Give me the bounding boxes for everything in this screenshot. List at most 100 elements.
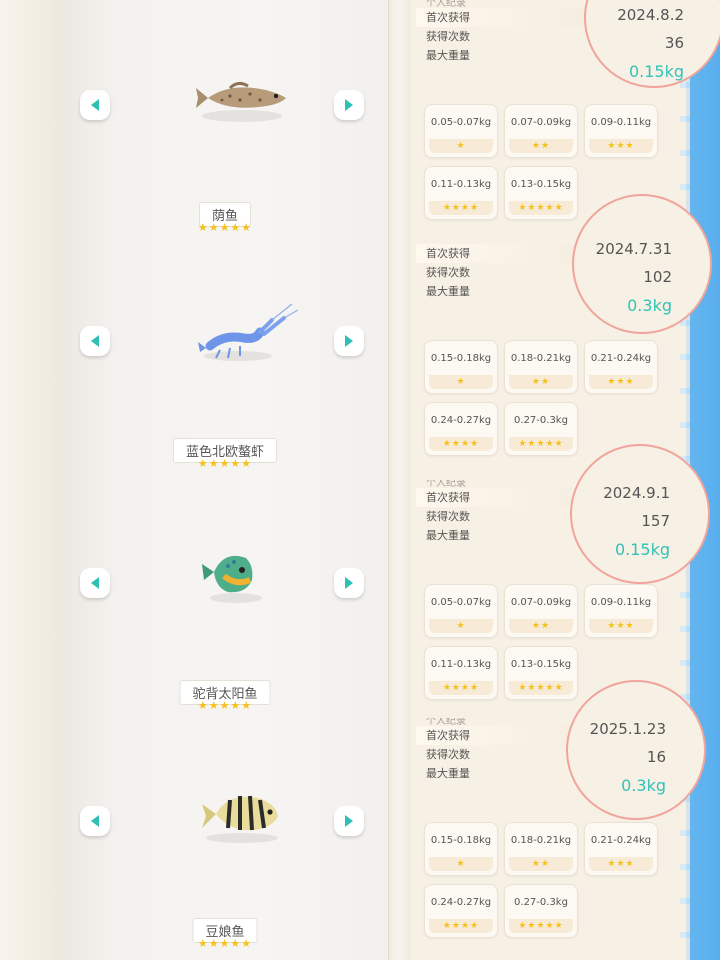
- prev-fish-button[interactable]: [80, 326, 110, 356]
- arrow-right-icon: [345, 815, 353, 827]
- next-fish-button[interactable]: [334, 326, 364, 356]
- weight-tier-stars: ★: [429, 375, 493, 389]
- weight-tier-card[interactable]: 0.07-0.09kg ★★: [504, 104, 578, 158]
- first-obtained-label: 首次获得: [416, 244, 586, 263]
- weight-tier-stars: ★★★★: [429, 437, 493, 451]
- sunfish-icon: [202, 555, 262, 603]
- arrow-right-icon: [345, 335, 353, 347]
- obtain-count-label: 获得次数: [426, 510, 470, 523]
- weight-tier-stars: ★★★★★: [509, 201, 573, 215]
- weight-tier-range: 0.13-0.15kg: [510, 659, 572, 670]
- next-fish-button[interactable]: [334, 806, 364, 836]
- weight-tier-card[interactable]: 0.11-0.13kg ★★★★: [424, 166, 498, 220]
- obtain-count-value: 16: [646, 748, 666, 766]
- next-fish-button[interactable]: [334, 568, 364, 598]
- weight-tier-range: 0.15-0.18kg: [430, 353, 492, 364]
- obtain-count-label: 获得次数: [426, 748, 470, 761]
- arrow-right-icon: [345, 577, 353, 589]
- first-obtained-date: 2024.7.31: [595, 240, 672, 258]
- fish-entry: 驼背太阳鱼 ★★★★★: [62, 476, 388, 716]
- record-stats: 个人纪录 首次获得 获得次数 最大重量: [416, 480, 586, 545]
- obtain-count-label: 获得次数: [426, 266, 470, 279]
- record-block: 个人纪录 首次获得 获得次数 最大重量 2025.1.23 16 0.3kg 0…: [410, 680, 706, 958]
- fish-rarity-stars: ★★★★★: [197, 457, 253, 470]
- weight-tier-stars: ★: [429, 857, 493, 871]
- weight-tier-card[interactable]: 0.27-0.3kg ★★★★★: [504, 402, 578, 456]
- record-header: 个人纪录: [426, 480, 466, 488]
- first-obtained-label: 首次获得: [416, 726, 586, 745]
- weight-tier-stars: ★★★★★: [509, 681, 573, 695]
- weight-tier-card[interactable]: 0.21-0.24kg ★★★: [584, 340, 658, 394]
- max-weight-value: 0.3kg: [627, 296, 672, 315]
- weight-tier-card[interactable]: 0.13-0.15kg ★★★★★: [504, 646, 578, 700]
- record-highlight-circle: 2024.9.1 157 0.15kg: [570, 444, 710, 584]
- weight-tier-range: 0.24-0.27kg: [430, 415, 492, 426]
- obtain-count-label: 获得次数: [426, 30, 470, 43]
- record-header: [416, 236, 586, 244]
- weight-tier-card[interactable]: 0.21-0.24kg ★★★: [584, 822, 658, 876]
- fish-entry: 荫鱼 ★★★★★: [62, 0, 388, 238]
- weight-tier-card[interactable]: 0.15-0.18kg ★: [424, 340, 498, 394]
- weight-tier-card[interactable]: 0.13-0.15kg ★★★★★: [504, 166, 578, 220]
- arrow-left-icon: [91, 335, 99, 347]
- record-stats: 首次获得 获得次数 最大重量: [416, 236, 586, 301]
- weight-tier-range: 0.18-0.21kg: [510, 353, 572, 364]
- weight-tier-card[interactable]: 0.05-0.07kg ★: [424, 584, 498, 638]
- obtain-count-value: 102: [643, 268, 672, 286]
- weight-tier-stars: ★★★★★: [509, 919, 573, 933]
- max-weight-value: 0.3kg: [621, 776, 666, 795]
- weight-tier-stars: ★★★: [589, 139, 653, 153]
- striped-fish-icon: [202, 795, 278, 843]
- crayfish-icon: [198, 303, 299, 361]
- weight-tier-range: 0.07-0.09kg: [510, 597, 572, 608]
- first-obtained-label: 首次获得: [416, 488, 586, 507]
- weight-tier-card[interactable]: 0.07-0.09kg ★★: [504, 584, 578, 638]
- fish-rarity-stars: ★★★★★: [197, 221, 253, 234]
- first-obtained-label: 首次获得: [416, 8, 586, 27]
- weight-tier-range: 0.27-0.3kg: [514, 415, 568, 426]
- weight-tier-range: 0.21-0.24kg: [590, 835, 652, 846]
- first-obtained-date: 2024.9.1: [603, 484, 670, 502]
- prev-fish-button[interactable]: [80, 568, 110, 598]
- weight-tier-card[interactable]: 0.09-0.11kg ★★★: [584, 584, 658, 638]
- weight-tier-range: 0.05-0.07kg: [430, 117, 492, 128]
- weight-tier-card[interactable]: 0.15-0.18kg ★: [424, 822, 498, 876]
- prev-fish-button[interactable]: [80, 806, 110, 836]
- weight-tier-stars: ★: [429, 619, 493, 633]
- weight-tier-stars: ★★★: [589, 857, 653, 871]
- record-highlight-circle: 2025.1.23 16 0.3kg: [566, 680, 706, 820]
- record-stats: 个人纪录 首次获得 获得次数 最大重量: [416, 0, 586, 65]
- weight-tier-stars: ★★★★: [429, 681, 493, 695]
- next-fish-button[interactable]: [334, 90, 364, 120]
- weight-tier-stars: ★★★: [589, 375, 653, 389]
- weight-tier-card[interactable]: 0.24-0.27kg ★★★★: [424, 402, 498, 456]
- weight-tier-range: 0.24-0.27kg: [430, 897, 492, 908]
- first-obtained-date: 2025.1.23: [589, 720, 666, 738]
- weight-tier-stars: ★★: [509, 857, 573, 871]
- weight-tier-range: 0.09-0.11kg: [590, 117, 652, 128]
- weight-tier-range: 0.11-0.13kg: [430, 659, 492, 670]
- left-edge-strip: [0, 0, 63, 960]
- weight-tier-card[interactable]: 0.24-0.27kg ★★★★: [424, 884, 498, 938]
- record-header: 个人纪录: [426, 718, 466, 726]
- first-obtained-date: 2024.8.2: [617, 6, 684, 24]
- fish-entry: 豆娘鱼 ★★★★★: [62, 714, 388, 954]
- arrow-left-icon: [91, 815, 99, 827]
- record-header: 个人纪录: [426, 0, 466, 8]
- weight-tier-stars: ★★★★: [429, 201, 493, 215]
- weight-tier-card[interactable]: 0.18-0.21kg ★★: [504, 340, 578, 394]
- prev-fish-button[interactable]: [80, 90, 110, 120]
- weight-tier-card[interactable]: 0.27-0.3kg ★★★★★: [504, 884, 578, 938]
- arrow-right-icon: [345, 99, 353, 111]
- record-highlight-circle: 2024.7.31 102 0.3kg: [572, 194, 712, 334]
- weight-tier-range: 0.13-0.15kg: [510, 179, 572, 190]
- weight-tier-card[interactable]: 0.11-0.13kg ★★★★: [424, 646, 498, 700]
- weight-tier-card[interactable]: 0.05-0.07kg ★: [424, 104, 498, 158]
- max-weight-label: 最大重量: [426, 767, 470, 780]
- weight-tier-card[interactable]: 0.09-0.11kg ★★★: [584, 104, 658, 158]
- record-stats: 个人纪录 首次获得 获得次数 最大重量: [416, 718, 586, 783]
- weight-tier-stars: ★★: [509, 139, 573, 153]
- weight-tier-card[interactable]: 0.18-0.21kg ★★: [504, 822, 578, 876]
- weight-tier-stars: ★: [429, 139, 493, 153]
- max-weight-value: 0.15kg: [628, 62, 684, 81]
